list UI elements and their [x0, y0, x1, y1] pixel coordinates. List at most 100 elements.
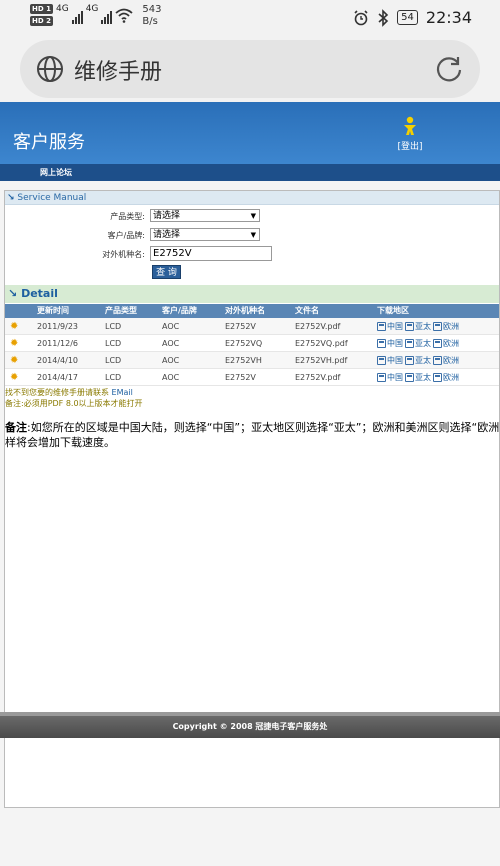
forum-link[interactable]: 网上论坛: [40, 167, 72, 178]
floppy-disk-icon: [405, 322, 414, 331]
download-links: 中国 亚太 欧洲: [377, 335, 459, 352]
nav-bar: 网上论坛: [0, 164, 500, 181]
dropdown-arrow-icon: ▼: [250, 212, 256, 220]
col-date: 更新时间: [37, 306, 69, 315]
signal2-icon: [101, 8, 113, 24]
net-speed-unit: B/s: [142, 16, 158, 27]
wifi-icon: [115, 8, 133, 23]
bluetooth-icon: [378, 8, 389, 27]
cell-type: LCD: [105, 373, 122, 382]
service-manual-header: ↘ Service Manual: [5, 191, 499, 205]
download-link-asia-pacific[interactable]: 亚太: [405, 369, 431, 386]
cell-date: 2014/4/17: [37, 373, 79, 382]
download-links: 中国 亚太 欧洲: [377, 318, 459, 335]
download-link-europe[interactable]: 欧洲: [433, 318, 459, 335]
cell-model: E2752VQ: [225, 339, 263, 348]
floppy-disk-icon: [377, 339, 386, 348]
remark-text: 备注:如您所在的区域是中国大陆，则选择“中国”；亚太地区则选择“亚太”；欧洲和美…: [5, 420, 500, 450]
email-link[interactable]: EMail: [112, 388, 133, 397]
sim1-badge: HD 1: [30, 4, 53, 14]
table-row: ✹ 2014/4/10 LCD AOC E2752VH E2752VH.pdf 中国 亚太 欧洲: [5, 352, 499, 369]
reload-icon[interactable]: [434, 54, 464, 84]
sun-icon: ✹: [10, 372, 19, 383]
floppy-disk-icon: [405, 356, 414, 365]
col-type: 产品类型: [105, 306, 137, 315]
download-link-china[interactable]: 中国: [377, 318, 403, 335]
cell-file: E2752V.pdf: [295, 322, 341, 331]
download-link-china[interactable]: 中国: [377, 335, 403, 352]
download-link-europe[interactable]: 欧洲: [433, 352, 459, 369]
logout-button[interactable]: [登出]: [395, 116, 425, 152]
net1-label: 4G: [55, 4, 69, 14]
brand-value: 请选择: [153, 230, 181, 240]
query-button[interactable]: 查 询: [152, 265, 181, 279]
region-label: 中国: [387, 356, 403, 365]
contact-note: 找不到您要的维修手册请联系 EMail: [5, 387, 133, 398]
floppy-disk-icon: [377, 322, 386, 331]
sim2-badge: HD 2: [30, 16, 53, 26]
model-input[interactable]: E2752V: [150, 246, 272, 261]
col-region: 下载地区: [377, 306, 409, 315]
brand-select[interactable]: 请选择 ▼: [150, 228, 260, 241]
region-label: 欧洲: [443, 356, 459, 365]
cell-model: E2752VH: [225, 356, 262, 365]
region-label: 欧洲: [443, 322, 459, 331]
download-link-china[interactable]: 中国: [377, 369, 403, 386]
floppy-disk-icon: [377, 356, 386, 365]
region-label: 亚太: [415, 339, 431, 348]
product-type-label: 产品类型:: [110, 212, 145, 221]
col-file: 文件名: [295, 306, 319, 315]
table-header: 更新时间 产品类型 客户/品牌 对外机种名 文件名 下载地区: [5, 304, 499, 318]
region-label: 亚太: [415, 322, 431, 331]
arrow-icon: ↘: [8, 287, 18, 300]
product-type-value: 请选择: [153, 211, 181, 221]
net2-label: 4G: [85, 4, 99, 14]
site-title: 客户服务: [13, 132, 85, 153]
sun-icon: ✹: [10, 321, 19, 332]
arrow-icon: ↘: [7, 193, 15, 203]
floppy-disk-icon: [433, 356, 442, 365]
cell-brand: AOC: [162, 339, 180, 348]
contact-text: 找不到您要的维修手册请联系: [5, 388, 109, 397]
download-link-asia-pacific[interactable]: 亚太: [405, 335, 431, 352]
col-model: 对外机种名: [225, 306, 265, 315]
region-label: 中国: [387, 339, 403, 348]
download-link-europe[interactable]: 欧洲: [433, 335, 459, 352]
signal1-icon: [71, 8, 83, 24]
battery-level: 54: [397, 10, 418, 25]
web-page: 客户服务 [登出] 网上论坛 ↘ Service Manual 产品类型: 请选…: [0, 102, 500, 866]
cell-brand: AOC: [162, 356, 180, 365]
download-link-china[interactable]: 中国: [377, 352, 403, 369]
remark-line1: :如您所在的区域是中国大陆，则选择“中国”；亚太地区则选择“亚太”；欧洲和美洲区…: [27, 421, 500, 434]
download-link-europe[interactable]: 欧洲: [433, 369, 459, 386]
detail-header: ↘ Detail: [5, 285, 499, 303]
download-links: 中国 亚太 欧洲: [377, 352, 459, 369]
cell-type: LCD: [105, 356, 122, 365]
sim-indicators: HD 1 HD 2: [30, 4, 53, 26]
floppy-disk-icon: [433, 373, 442, 382]
status-right: 54 22:34: [353, 8, 472, 27]
brand-label: 客户/品牌:: [107, 231, 145, 240]
cell-date: 2011/9/23: [37, 322, 79, 331]
cell-date: 2014/4/10: [37, 356, 79, 365]
logout-label: [登出]: [397, 142, 423, 152]
table-row: ✹ 2014/4/17 LCD AOC E2752V E2752V.pdf 中国 亚太 欧洲: [5, 369, 499, 386]
browser-address-bar[interactable]: 维修手册: [20, 40, 480, 98]
cell-brand: AOC: [162, 373, 180, 382]
pdf-note: 备注:必须用PDF 8.0以上版本才能打开: [5, 399, 143, 408]
cell-file: E2752VH.pdf: [295, 356, 348, 365]
model-label: 对外机种名:: [102, 250, 145, 259]
product-type-select[interactable]: 请选择 ▼: [150, 209, 260, 222]
remark-label: 备注: [5, 421, 27, 434]
region-label: 中国: [387, 322, 403, 331]
cell-date: 2011/12/6: [37, 339, 79, 348]
service-manual-title: Service Manual: [17, 193, 87, 203]
download-links: 中国 亚太 欧洲: [377, 369, 459, 386]
net-speed: 543 B/s: [142, 4, 161, 28]
floppy-disk-icon: [405, 373, 414, 382]
download-link-asia-pacific[interactable]: 亚太: [405, 352, 431, 369]
clock: 22:34: [425, 8, 472, 27]
sun-icon: ✹: [10, 338, 19, 349]
table-row: ✹ 2011/12/6 LCD AOC E2752VQ E2752VQ.pdf 中国 亚太 欧洲: [5, 335, 499, 352]
download-link-asia-pacific[interactable]: 亚太: [405, 318, 431, 335]
